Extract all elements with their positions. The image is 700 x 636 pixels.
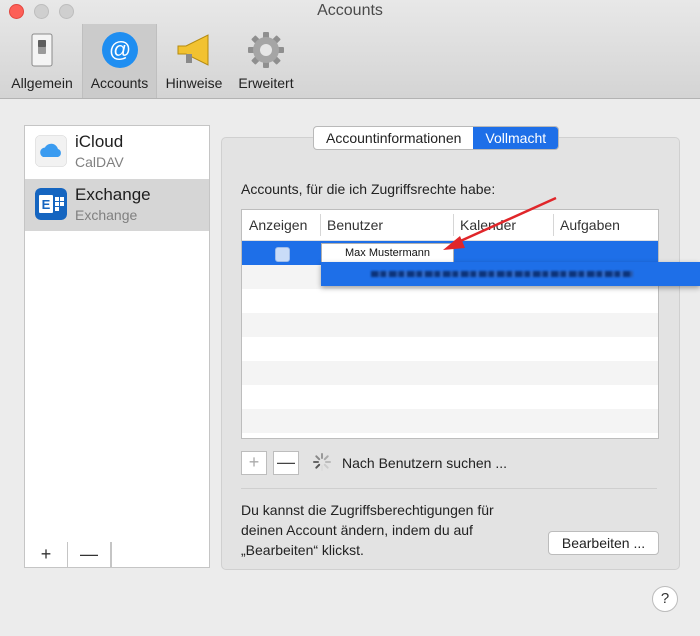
toolbar-label: Accounts	[90, 75, 149, 91]
toolbar-item-hinweise[interactable]: Hinweise	[158, 24, 230, 98]
show-checkbox[interactable]	[275, 247, 290, 262]
svg-text:E: E	[42, 197, 51, 212]
megaphone-icon	[177, 34, 209, 66]
description-line: Du kannst die Zugriffsberechtigungen für	[241, 502, 494, 518]
toolbar-label: Erweitert	[238, 75, 294, 91]
account-type: Exchange	[75, 207, 138, 223]
gear-icon	[248, 32, 284, 68]
description-line: „Bearbeiten“ klickst.	[241, 542, 364, 558]
list-toolbar-divider	[111, 542, 112, 567]
column-header-kalender[interactable]: Kalender	[460, 217, 516, 233]
toolbar-label: Allgemein	[11, 75, 73, 91]
add-account-button[interactable]: +	[25, 542, 68, 567]
account-type: CalDAV	[75, 154, 124, 170]
add-delegate-button[interactable]: +	[241, 451, 267, 475]
user-name-field[interactable]: Max Mustermann	[321, 243, 454, 264]
edit-description: Du kannst die Zugriffsberechtigungen für…	[241, 500, 541, 560]
toolbar-item-allgemein[interactable]: Allgemein	[4, 24, 80, 98]
column-header-anzeigen[interactable]: Anzeigen	[249, 217, 307, 233]
window-title: Accounts	[317, 2, 383, 19]
column-divider	[553, 214, 554, 236]
tab-vollmacht[interactable]: Vollmacht	[473, 127, 559, 149]
edit-button[interactable]: Bearbeiten ...	[548, 531, 659, 555]
account-name: Exchange	[75, 185, 151, 204]
toolbar-item-erweitert[interactable]: Erweitert	[232, 24, 300, 98]
icloud-icon	[35, 135, 67, 167]
accounts-list: iCloud CalDAV E Exchange Exchange	[24, 125, 210, 543]
table-row	[242, 385, 658, 409]
table-header: Anzeigen Benutzer Kalender Aufgaben	[242, 210, 658, 241]
switch-icon	[31, 33, 53, 67]
table-row	[242, 313, 658, 337]
description-line: deinen Account ändern, indem du auf	[241, 522, 473, 538]
remove-delegate-button[interactable]: —	[273, 451, 299, 475]
exchange-icon: E	[35, 188, 67, 220]
window-toolbar: Accounts Allgemein @ Accounts Hinweise E…	[0, 0, 700, 99]
toolbar-label: Hinweise	[165, 75, 223, 91]
account-item-icloud[interactable]: iCloud CalDAV	[25, 126, 209, 178]
column-header-aufgaben[interactable]: Aufgaben	[560, 217, 620, 233]
table-row	[242, 337, 658, 361]
tab-accountinformationen[interactable]: Accountinformationen	[314, 127, 473, 149]
column-header-benutzer[interactable]: Benutzer	[327, 217, 383, 233]
tab-bar: Accountinformationen Vollmacht	[313, 126, 560, 150]
svg-text:@: @	[108, 37, 130, 62]
panel-divider	[241, 488, 657, 489]
table-row	[242, 409, 658, 433]
help-button[interactable]: ?	[652, 586, 678, 612]
account-item-exchange[interactable]: E Exchange Exchange	[25, 179, 209, 231]
table-row	[242, 289, 658, 313]
blurred-suggestion	[371, 271, 633, 277]
user-suggestion-menu[interactable]	[321, 262, 700, 286]
account-name: iCloud	[75, 132, 124, 151]
spinner-icon	[313, 453, 331, 471]
column-divider	[320, 214, 321, 236]
column-divider	[453, 214, 454, 236]
remove-account-button[interactable]: —	[68, 542, 111, 567]
toolbar-item-accounts[interactable]: @ Accounts	[82, 24, 157, 98]
table-row	[242, 361, 658, 385]
search-status: Nach Benutzern suchen ...	[342, 455, 507, 471]
accounts-list-toolbar: + —	[24, 542, 210, 568]
delegation-label: Accounts, für die ich Zugriffsrechte hab…	[241, 181, 496, 197]
at-icon: @	[101, 32, 138, 68]
